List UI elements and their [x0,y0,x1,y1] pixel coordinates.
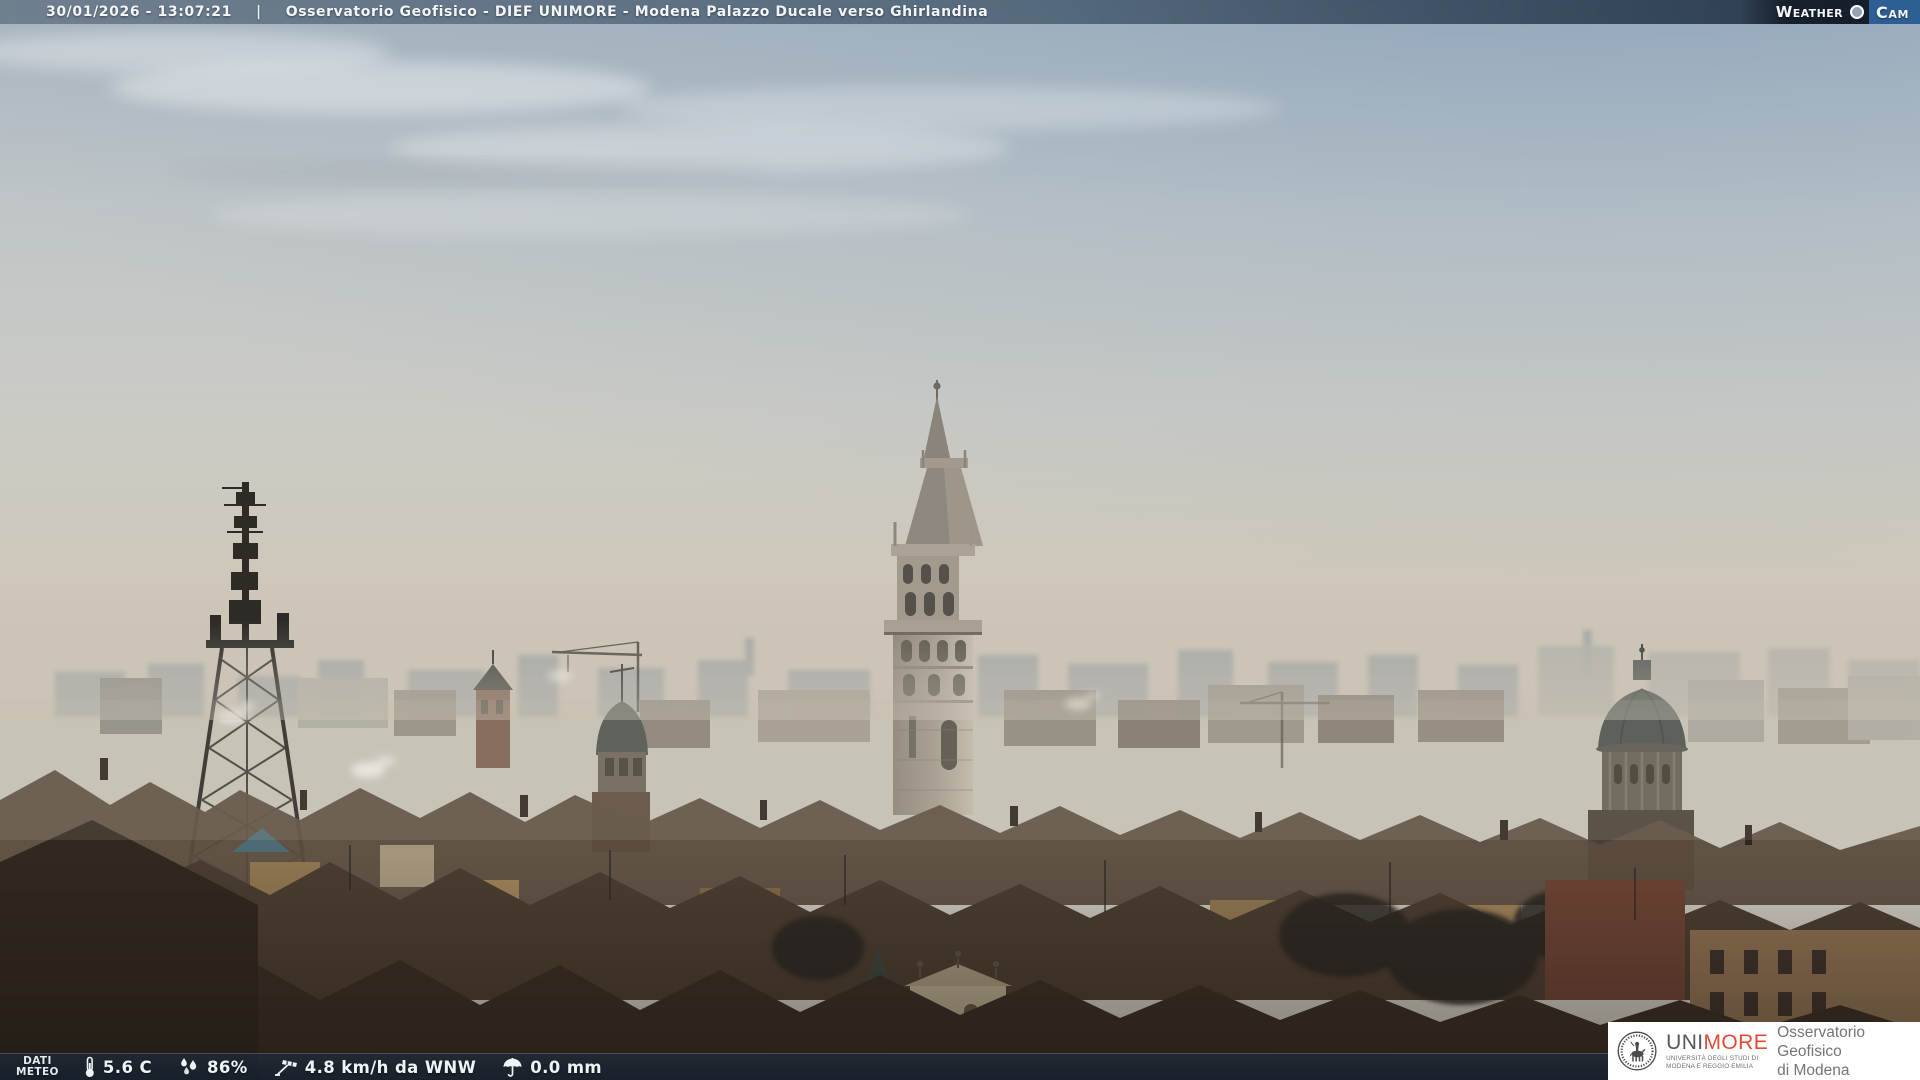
precipitation-reading: 0.0 mm [502,1057,602,1078]
weathercam-logo: Weather Cam [1739,0,1920,24]
drops-icon [181,1058,197,1075]
camera-lens-icon [1849,5,1864,19]
temperature-reading: 5.6 C [83,1056,152,1078]
humidity-value: 86% [206,1057,248,1077]
temperature-value: 5.6 C [102,1057,152,1077]
webcam-title: Osservatorio Geofisico - DIEF UNIMORE - … [285,4,989,20]
unimore-wordmark: UNIMORE UNIVERSITÀ DEGLI STUDI DI MODENA… [1666,1032,1768,1070]
wind-value: 4.8 km/h da WNW [304,1057,477,1077]
unimore-seal-icon [1617,1031,1657,1071]
unimore-branding-box: UNIMORE UNIVERSITÀ DEGLI STUDI DI MODENA… [1608,1022,1920,1080]
weather-data-label: DATI METEO [16,1055,59,1078]
thermometer-icon [85,1056,94,1077]
observatory-name: Osservatorio Geofisico di Modena [1777,1023,1866,1079]
wind-reading: 4.8 km/h da WNW [274,1057,477,1077]
separator: | [255,4,262,20]
webcam-frame: 30/01/2026 - 13:07:21 | Osservatorio Geo… [0,0,1920,1080]
university-name: UNIVERSITÀ DEGLI STUDI DI MODENA E REGGI… [1666,1055,1759,1070]
weathercam-weather-label: Weather [1775,3,1843,21]
weathercam-cam-badge: Cam [1868,0,1920,24]
wordmark-more: MORE [1703,1030,1769,1054]
windsock-icon [274,1060,297,1076]
top-info-bar: 30/01/2026 - 13:07:21 | Osservatorio Geo… [0,0,1920,24]
wordmark-uni: UNI [1666,1030,1704,1054]
precipitation-value: 0.0 mm [530,1057,603,1077]
datetime-label: 30/01/2026 - 13:07:21 [46,4,232,20]
city-panorama-photo [0,0,1920,1080]
umbrella-icon [503,1057,522,1077]
humidity-reading: 86% [178,1057,248,1077]
